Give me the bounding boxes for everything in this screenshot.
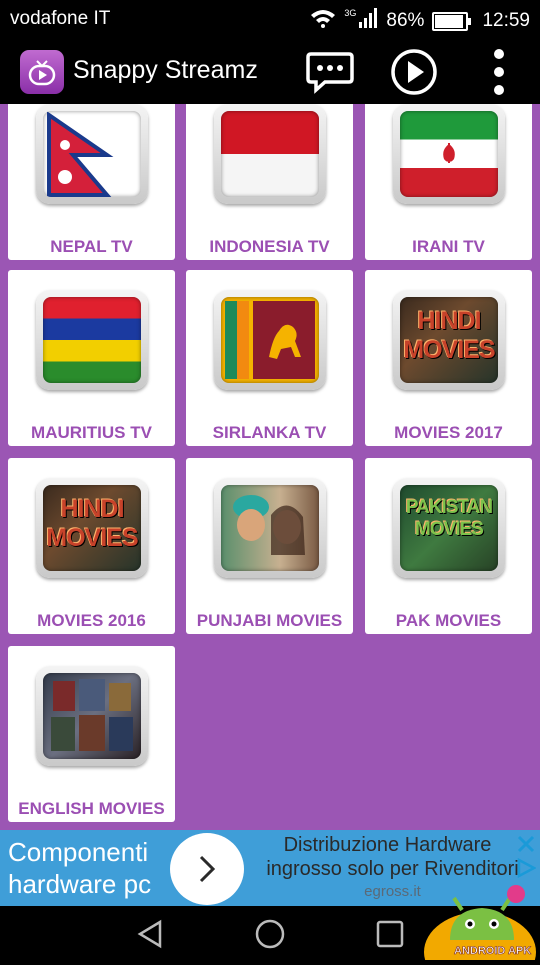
hindi-movies-poster: HINDI MOVIES xyxy=(400,297,498,383)
tile-thumbnail: HINDI MOVIES xyxy=(36,478,148,578)
back-icon[interactable] xyxy=(134,918,170,950)
status-bar: vodafone IT 3G 86% 12:59 xyxy=(0,0,540,36)
adchoices-icon[interactable] xyxy=(516,857,537,879)
channel-grid: NEPAL TV INDONESIA TV IRANI TV MAURITIUS… xyxy=(0,104,540,830)
tile-thumbnail xyxy=(36,104,148,204)
tile-label: PAK MOVIES xyxy=(395,611,502,630)
poster-title: HINDI MOVIES xyxy=(46,495,138,552)
wifi-icon xyxy=(310,8,336,34)
iran-flag-icon xyxy=(400,111,498,197)
tile-thumbnail xyxy=(214,290,326,390)
mauritius-flag-icon xyxy=(43,297,141,383)
tile-label: NEPAL TV xyxy=(50,237,133,256)
app-logo-icon xyxy=(20,50,64,94)
tile-label: MAURITIUS TV xyxy=(31,423,152,442)
tile-english-movies[interactable]: ENGLISH MOVIES xyxy=(8,646,175,822)
network-type: 3G xyxy=(344,8,357,18)
tile-label: PUNJABI MOVIES xyxy=(196,611,343,630)
poster-title: PAKISTAN MOVIES xyxy=(405,497,493,540)
tile-thumbnail: PAKISTAN MOVIES xyxy=(393,478,505,578)
srilanka-flag-icon xyxy=(221,297,319,383)
tile-label: MOVIES 2017 xyxy=(394,423,503,442)
pakistan-movies-poster: PAKISTAN MOVIES xyxy=(400,485,498,571)
home-icon[interactable] xyxy=(252,918,288,950)
tile-thumbnail: HINDI MOVIES xyxy=(393,290,505,390)
tile-mauritius-tv[interactable]: MAURITIUS TV xyxy=(8,270,175,446)
nepal-flag-icon xyxy=(43,111,141,197)
chevron-right-icon[interactable] xyxy=(170,833,244,905)
more-vert-icon[interactable] xyxy=(474,46,524,96)
svg-text:ANDROID APK: ANDROID APK xyxy=(454,945,531,957)
hindi-movies-poster: HINDI MOVIES xyxy=(43,485,141,571)
tile-movies-2017[interactable]: HINDI MOVIES MOVIES 2017 xyxy=(365,270,532,446)
tile-thumbnail xyxy=(214,478,326,578)
tile-label: ENGLISH MOVIES xyxy=(18,799,165,818)
tile-thumbnail xyxy=(36,290,148,390)
punjabi-movies-poster xyxy=(221,485,319,571)
signal-icon xyxy=(358,8,378,34)
ad-headline: Componenti hardware pc xyxy=(8,837,152,899)
tile-movies-2016[interactable]: HINDI MOVIES MOVIES 2016 xyxy=(8,458,175,634)
battery-percent: 86% xyxy=(386,10,425,31)
tile-label: INDONESIA TV xyxy=(209,237,330,256)
tile-punjabi-movies[interactable]: PUNJABI MOVIES xyxy=(186,458,353,634)
tile-thumbnail xyxy=(393,104,505,204)
tile-pak-movies[interactable]: PAKISTAN MOVIES PAK MOVIES xyxy=(365,458,532,634)
carrier-name: vodafone IT xyxy=(10,8,111,29)
poster-title: HINDI MOVIES xyxy=(403,307,495,364)
tile-irani-tv[interactable]: IRANI TV xyxy=(365,104,532,260)
android-apk-watermark: ANDROID APK xyxy=(420,880,538,965)
clock: 12:59 xyxy=(482,10,530,31)
app-bar: Snappy Streamz xyxy=(0,36,540,104)
ad-line-1: Distribuzione Hardware xyxy=(283,834,492,856)
battery-icon xyxy=(432,11,472,31)
app-title: Snappy Streamz xyxy=(73,56,258,84)
tile-label: SIRLANKA TV xyxy=(212,423,327,442)
ad-line-2: ingrosso solo per Rivenditori xyxy=(266,858,519,880)
english-movies-poster xyxy=(43,673,141,759)
tile-indonesia-tv[interactable]: INDONESIA TV xyxy=(186,104,353,260)
tile-thumbnail xyxy=(36,666,148,766)
tile-nepal-tv[interactable]: NEPAL TV xyxy=(8,104,175,260)
tile-sirlanka-tv[interactable]: SIRLANKA TV xyxy=(186,270,353,446)
tile-label: MOVIES 2016 xyxy=(37,611,146,630)
chat-icon[interactable] xyxy=(305,46,355,96)
tile-label: IRANI TV xyxy=(412,237,485,256)
indonesia-flag-icon xyxy=(221,111,319,197)
play-icon[interactable] xyxy=(389,46,439,96)
tile-thumbnail xyxy=(214,104,326,204)
recents-icon[interactable] xyxy=(372,918,408,950)
close-icon[interactable] xyxy=(516,834,536,854)
